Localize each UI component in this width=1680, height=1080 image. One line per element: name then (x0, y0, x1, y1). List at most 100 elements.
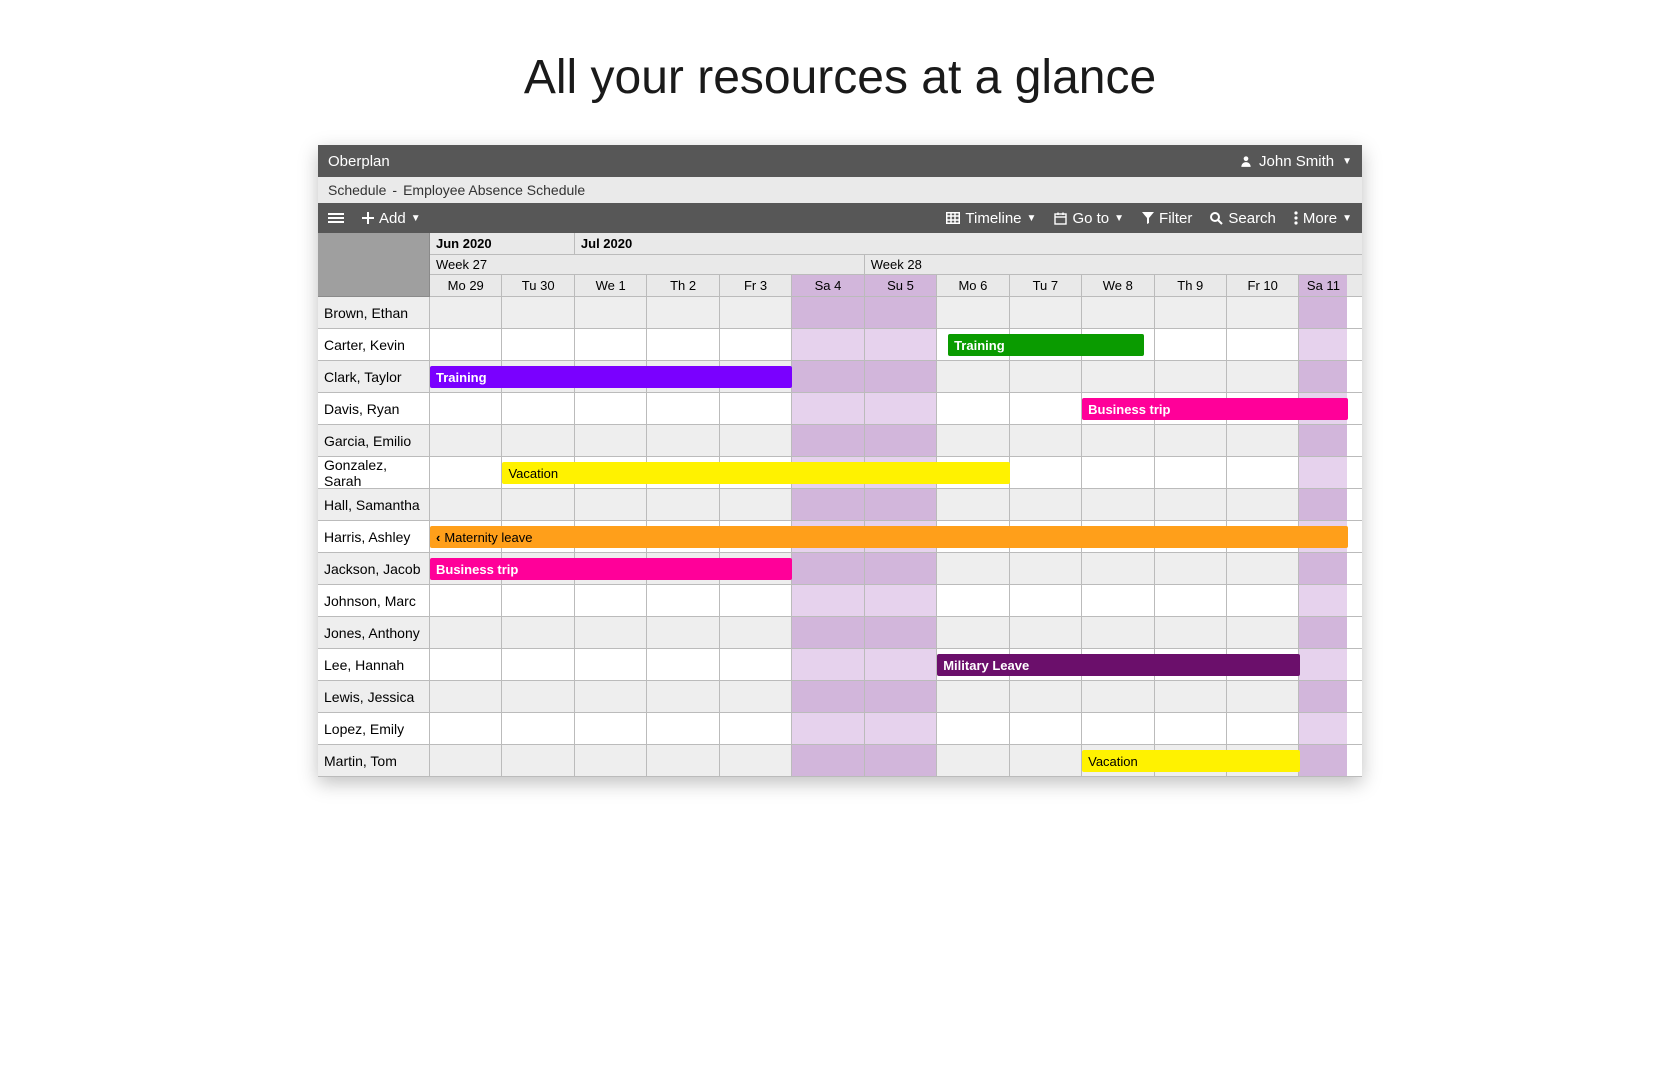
event-bar[interactable]: Vacation (502, 462, 1009, 484)
grid-cell[interactable] (1227, 489, 1299, 520)
grid-cell[interactable] (1010, 617, 1082, 648)
grid-cell[interactable] (1082, 425, 1154, 456)
grid-cell[interactable] (792, 393, 864, 424)
grid-cell[interactable] (1227, 553, 1299, 584)
grid-cell[interactable] (1227, 457, 1299, 488)
grid-cell[interactable] (647, 681, 719, 712)
user-menu[interactable]: John Smith ▼ (1239, 153, 1352, 170)
grid-cell[interactable] (937, 553, 1009, 584)
grid-cell[interactable] (647, 649, 719, 680)
grid-cell[interactable] (575, 393, 647, 424)
grid-cell[interactable] (1082, 585, 1154, 616)
event-bar[interactable]: Training (948, 334, 1144, 356)
grid-cell[interactable] (792, 681, 864, 712)
grid-cell[interactable] (792, 585, 864, 616)
grid-cell[interactable] (575, 745, 647, 776)
grid-cell[interactable] (720, 329, 792, 360)
grid-cell[interactable] (792, 649, 864, 680)
grid-cell[interactable] (1299, 297, 1347, 328)
grid-cell[interactable] (865, 681, 937, 712)
resource-name[interactable]: Johnson, Marc (318, 585, 430, 616)
grid-cell[interactable] (792, 361, 864, 392)
grid-cell[interactable] (865, 585, 937, 616)
grid-cell[interactable] (865, 553, 937, 584)
grid-cell[interactable] (575, 329, 647, 360)
grid-cell[interactable] (430, 617, 502, 648)
resource-name[interactable]: Gonzalez, Sarah (318, 457, 430, 488)
grid-cell[interactable] (430, 585, 502, 616)
grid-cell[interactable] (792, 713, 864, 744)
grid-cell[interactable] (1227, 329, 1299, 360)
grid-cell[interactable] (1299, 617, 1347, 648)
grid-cell[interactable] (430, 425, 502, 456)
grid-cell[interactable] (502, 681, 574, 712)
grid-cell[interactable] (792, 329, 864, 360)
grid-cell[interactable] (430, 393, 502, 424)
resource-name[interactable]: Clark, Taylor (318, 361, 430, 392)
resource-name[interactable]: Hall, Samantha (318, 489, 430, 520)
resource-name[interactable]: Lewis, Jessica (318, 681, 430, 712)
breadcrumb-root[interactable]: Schedule (328, 182, 386, 198)
grid-cell[interactable] (720, 489, 792, 520)
grid-cell[interactable] (502, 297, 574, 328)
grid-cell[interactable] (1010, 681, 1082, 712)
grid-cell[interactable] (1299, 745, 1347, 776)
grid-cell[interactable] (1227, 713, 1299, 744)
resource-name[interactable]: Jones, Anthony (318, 617, 430, 648)
timeline-button[interactable]: Timeline ▼ (946, 210, 1036, 227)
grid-cell[interactable] (502, 425, 574, 456)
grid-cell[interactable] (1155, 585, 1227, 616)
event-bar[interactable]: Military Leave (937, 654, 1299, 676)
grid-cell[interactable] (792, 745, 864, 776)
grid-cell[interactable] (865, 617, 937, 648)
grid-cell[interactable] (937, 425, 1009, 456)
grid-cell[interactable] (647, 393, 719, 424)
grid-cell[interactable] (865, 489, 937, 520)
grid-cell[interactable] (1299, 649, 1347, 680)
grid-cell[interactable] (575, 585, 647, 616)
grid-cell[interactable] (937, 745, 1009, 776)
grid-cell[interactable] (502, 713, 574, 744)
grid-cell[interactable] (792, 489, 864, 520)
grid-cell[interactable] (1010, 553, 1082, 584)
grid-cell[interactable] (792, 297, 864, 328)
grid-cell[interactable] (430, 745, 502, 776)
grid-cell[interactable] (1010, 489, 1082, 520)
grid-cell[interactable] (1299, 713, 1347, 744)
grid-cell[interactable] (647, 713, 719, 744)
grid-cell[interactable] (647, 745, 719, 776)
grid-cell[interactable] (1082, 457, 1154, 488)
grid-cell[interactable] (1082, 617, 1154, 648)
grid-cell[interactable] (720, 713, 792, 744)
goto-button[interactable]: Go to ▼ (1054, 210, 1124, 227)
search-button[interactable]: Search (1210, 210, 1276, 227)
resource-name[interactable]: Davis, Ryan (318, 393, 430, 424)
grid-cell[interactable] (575, 681, 647, 712)
event-bar[interactable]: Business trip (1082, 398, 1347, 420)
grid-cell[interactable] (720, 585, 792, 616)
grid-cell[interactable] (1155, 361, 1227, 392)
grid-cell[interactable] (1082, 489, 1154, 520)
grid-cell[interactable] (792, 617, 864, 648)
grid-cell[interactable] (430, 457, 502, 488)
grid-cell[interactable] (865, 297, 937, 328)
grid-cell[interactable] (1010, 297, 1082, 328)
grid-cell[interactable] (865, 649, 937, 680)
grid-cell[interactable] (647, 329, 719, 360)
grid-cell[interactable] (937, 361, 1009, 392)
grid-cell[interactable] (502, 489, 574, 520)
grid-cell[interactable] (575, 425, 647, 456)
more-button[interactable]: More ▼ (1294, 210, 1352, 227)
grid-cell[interactable] (1227, 361, 1299, 392)
add-button[interactable]: Add ▼ (362, 210, 421, 227)
grid-cell[interactable] (1299, 425, 1347, 456)
grid-cell[interactable] (720, 681, 792, 712)
resource-name[interactable]: Carter, Kevin (318, 329, 430, 360)
grid-cell[interactable] (1155, 489, 1227, 520)
event-bar[interactable]: ‹Maternity leave (430, 526, 1348, 548)
grid-cell[interactable] (430, 489, 502, 520)
grid-cell[interactable] (937, 617, 1009, 648)
grid-cell[interactable] (502, 393, 574, 424)
grid-cell[interactable] (1155, 297, 1227, 328)
grid-cell[interactable] (1299, 553, 1347, 584)
